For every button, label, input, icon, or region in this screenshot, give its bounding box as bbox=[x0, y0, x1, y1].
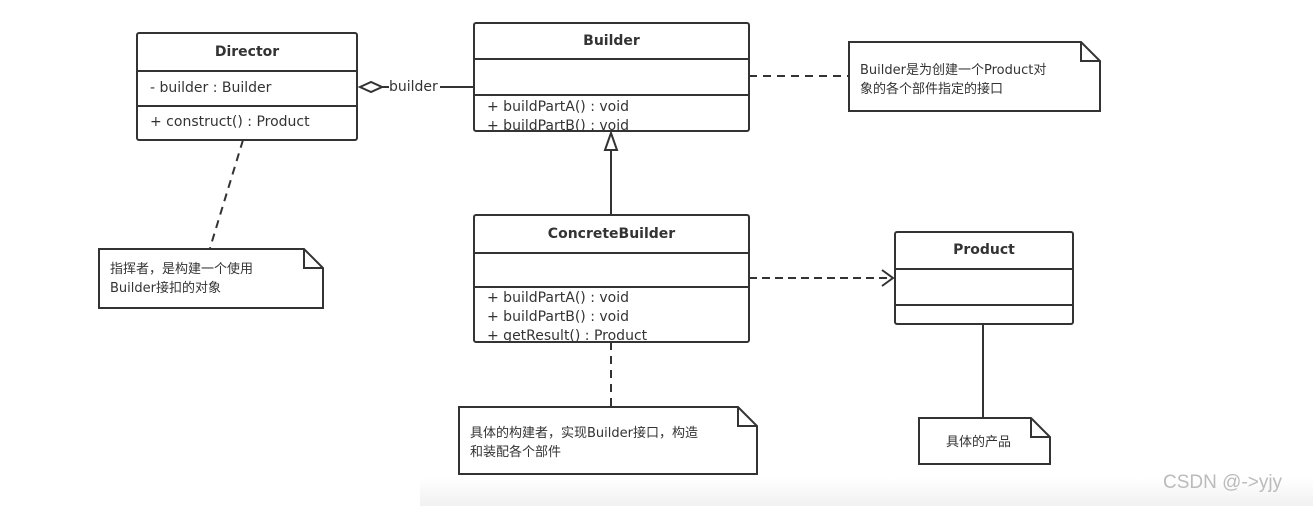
note-concrete-builder: 具体的构建者，实现Builder接口，构造 和装配各个部件 bbox=[458, 406, 758, 475]
attributes-section bbox=[896, 270, 1072, 306]
note-line: 和装配各个部件 bbox=[470, 445, 562, 460]
note-line: Builder接扣的对象 bbox=[110, 281, 221, 296]
note-line: Builder是为创建一个Product对 bbox=[860, 63, 1047, 78]
note-line: 具体的产品 bbox=[946, 435, 1012, 450]
attribute: - builder : Builder bbox=[150, 80, 272, 96]
inheritance-triangle bbox=[603, 129, 619, 151]
class-name: ConcreteBuilder bbox=[475, 216, 748, 254]
aggregation-diamond bbox=[357, 80, 385, 94]
class-product[interactable]: Product bbox=[894, 231, 1074, 325]
note-director: 指挥者，是构建一个使用 Builder接扣的对象 bbox=[98, 248, 324, 309]
note-product: 具体的产品 bbox=[918, 417, 1051, 465]
note-line: 具体的构建者，实现Builder接口，构造 bbox=[470, 426, 698, 441]
operation: + buildPartB() : void bbox=[487, 309, 630, 325]
director-note-link bbox=[209, 139, 244, 249]
operations-section bbox=[896, 306, 1072, 323]
attributes-section bbox=[475, 60, 748, 96]
class-name: Builder bbox=[475, 24, 748, 60]
operation: + buildPartB() : void bbox=[487, 118, 630, 130]
operation: + buildPartA() : void bbox=[487, 99, 629, 115]
note-line: 指挥者，是构建一个使用 bbox=[110, 262, 254, 277]
note-line: 象的各个部件指定的接口 bbox=[860, 82, 1004, 97]
class-director[interactable]: Director - builder : Builder + construct… bbox=[136, 32, 358, 141]
class-name: Product bbox=[896, 233, 1072, 270]
class-concrete-builder[interactable]: ConcreteBuilder + buildPartA() : void + … bbox=[473, 214, 750, 343]
class-builder[interactable]: Builder + buildPartA() : void + buildPar… bbox=[473, 22, 750, 132]
watermark: CSDN @->yjy bbox=[1163, 472, 1283, 493]
operation: + construct() : Product bbox=[150, 114, 310, 130]
note-builder: Builder是为创建一个Product对 象的各个部件指定的接口 bbox=[848, 41, 1101, 112]
operation: + buildPartA() : void bbox=[487, 290, 629, 306]
class-name: Director bbox=[138, 34, 356, 72]
operation: + getResult() : Product bbox=[487, 328, 648, 341]
attributes-section bbox=[475, 254, 748, 288]
aggregation-label: builder bbox=[389, 79, 438, 95]
